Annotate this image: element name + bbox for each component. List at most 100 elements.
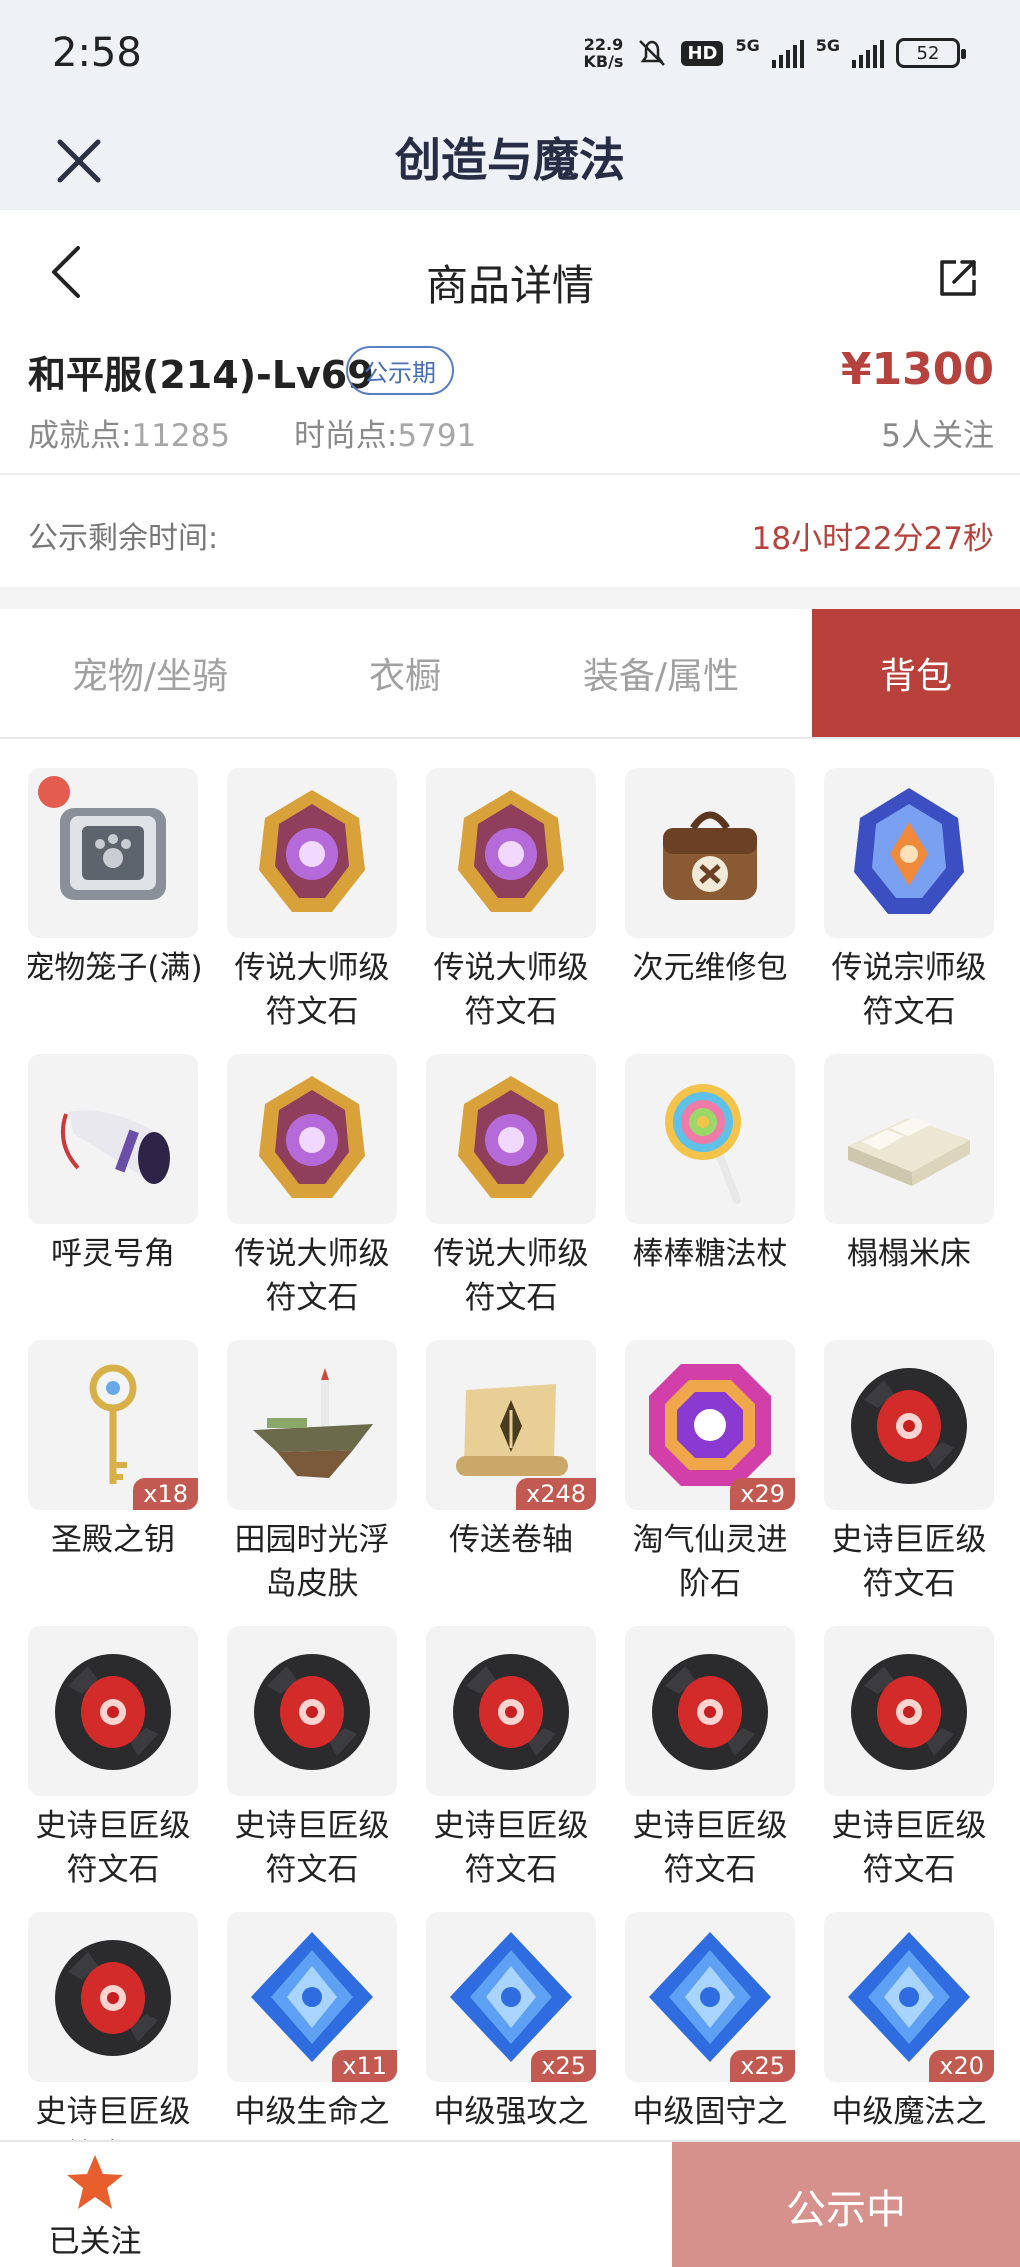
item-name: 圣殿之钥 xyxy=(51,1522,175,1558)
product-name: 和平服(214)-Lv69 xyxy=(28,353,374,397)
follow-label: 已关注 xyxy=(48,2224,142,2260)
gold-rune-icon xyxy=(259,1076,365,1198)
item-thumbnail xyxy=(28,1054,198,1224)
battery-icon: 52 xyxy=(896,38,966,68)
gold-rune-icon xyxy=(259,790,365,912)
item-name: 棒棒糖法杖 xyxy=(632,1236,788,1272)
item-card[interactable]: x25 中级强攻之晶 xyxy=(426,1912,596,2140)
hd-icon: HD xyxy=(681,40,724,66)
item-name: 传说大师级符文石 xyxy=(433,1236,589,1316)
item-card[interactable]: 次元维修包 xyxy=(625,768,795,1054)
item-card[interactable]: x11 中级生命之晶 xyxy=(227,1912,397,2140)
item-card[interactable]: 传说大师级符文石 xyxy=(227,1054,397,1340)
signal1-label: 5G xyxy=(735,36,760,55)
page-title: 商品详情 xyxy=(425,261,594,310)
countdown-label: 公示剩余时间: xyxy=(28,521,219,556)
follow-button[interactable]: 已关注 xyxy=(30,2152,160,2262)
item-thumbnail xyxy=(227,1054,397,1224)
item-card[interactable]: x25 中级固守之晶 xyxy=(625,1912,795,2140)
item-thumbnail xyxy=(28,1912,198,2082)
horn-icon xyxy=(61,1110,170,1184)
item-name: 中级魔法之晶 xyxy=(831,2094,987,2140)
quantity-badge: x11 xyxy=(332,2050,397,2082)
item-thumbnail: x248 xyxy=(426,1340,596,1510)
item-thumbnail xyxy=(426,768,596,938)
status-badge: 公示期 xyxy=(346,346,454,395)
item-card[interactable]: 传说大师级符文石 xyxy=(426,1054,596,1340)
item-card[interactable]: 田园时光浮岛皮肤 xyxy=(227,1340,397,1626)
star-icon xyxy=(67,2155,123,2209)
item-card[interactable]: 史诗巨匠级符文石 xyxy=(28,1912,198,2140)
item-card[interactable]: 棒棒糖法杖 xyxy=(625,1054,795,1340)
countdown: 公示剩余时间: 18小时22分27秒 xyxy=(0,477,1020,587)
page-header: 商品详情 xyxy=(0,210,1020,340)
item-thumbnail xyxy=(28,768,198,938)
tab-pets[interactable]: 宠物/坐骑 xyxy=(0,609,300,737)
item-thumbnail xyxy=(824,1340,994,1510)
item-card[interactable]: 榻榻米床 xyxy=(824,1054,994,1340)
app-header: 创造与魔法 xyxy=(0,110,1020,210)
item-name: 中级生命之晶 xyxy=(234,2094,390,2140)
mute-bell-icon xyxy=(639,40,666,66)
stat1-value: 11285 xyxy=(131,418,231,454)
item-thumbnail xyxy=(625,1054,795,1224)
item-card[interactable]: 史诗巨匠级符文石 xyxy=(28,1626,198,1912)
item-card[interactable]: 传说宗师级符文石 xyxy=(824,768,994,1054)
lollipop-icon xyxy=(665,1084,741,1204)
tab-wardrobe[interactable]: 衣橱 xyxy=(300,609,510,737)
item-card[interactable]: 传说大师级符文石 xyxy=(426,768,596,1054)
item-name: 史诗巨匠级符文石 xyxy=(632,1808,788,1888)
item-card[interactable]: 传说大师级符文石 xyxy=(227,768,397,1054)
item-card[interactable]: 宠物笼子(满) xyxy=(28,768,203,1054)
status-time: 2:58 xyxy=(52,30,142,76)
item-name: 榻榻米床 xyxy=(847,1236,971,1272)
status-icons: 22.9 KB/s HD 5G 5G 52 xyxy=(583,36,966,70)
quantity-badge: x18 xyxy=(133,1478,198,1510)
item-thumbnail xyxy=(426,1054,596,1224)
signal-icon xyxy=(771,38,804,68)
quantity-badge: x248 xyxy=(515,1478,596,1510)
item-card[interactable]: x20 中级魔法之晶 xyxy=(824,1912,994,2140)
item-name: 史诗巨匠级符文石 xyxy=(831,1808,987,1888)
item-card[interactable]: 史诗巨匠级符文石 xyxy=(227,1626,397,1912)
item-thumbnail xyxy=(28,1626,198,1796)
item-card[interactable]: 史诗巨匠级符文石 xyxy=(824,1626,994,1912)
item-thumbnail: x11 xyxy=(227,1912,397,2082)
item-card[interactable]: 呼灵号角 xyxy=(28,1054,198,1340)
tab-equipment[interactable]: 装备/属性 xyxy=(510,609,812,737)
item-card[interactable]: x18 圣殿之钥 xyxy=(28,1340,198,1626)
item-card[interactable]: 史诗巨匠级符文石 xyxy=(426,1626,596,1912)
item-name: 中级固守之晶 xyxy=(632,2094,788,2140)
item-card[interactable]: x248 传送卷轴 xyxy=(426,1340,596,1626)
item-name: 淘气仙灵进阶石 xyxy=(632,1522,788,1602)
item-grid: 宠物笼子(满) 传说大师级符文石 传说大师级符文石 次元维修包 传说宗师级符文石 呼灵号角… xyxy=(28,768,994,2140)
gold-rune-icon xyxy=(458,1076,564,1198)
share-icon[interactable] xyxy=(936,256,980,300)
item-thumbnail: x18 xyxy=(28,1340,198,1510)
item-card[interactable]: 史诗巨匠级符文石 xyxy=(625,1626,795,1912)
pet-badge-icon xyxy=(38,776,70,808)
stat2-label: 时尚点: xyxy=(293,418,398,454)
island-icon xyxy=(253,1368,373,1478)
status-button[interactable]: 公示中 xyxy=(672,2142,1020,2267)
item-card[interactable]: 史诗巨匠级符文石 xyxy=(824,1340,994,1626)
price: ¥1300 xyxy=(840,344,994,395)
close-icon[interactable] xyxy=(56,120,102,194)
red-rune-icon xyxy=(55,1940,171,2056)
item-card[interactable]: x29 淘气仙灵进阶石 xyxy=(625,1340,795,1626)
red-rune-icon xyxy=(453,1654,569,1770)
item-name: 传说大师级符文石 xyxy=(433,950,589,1030)
item-thumbnail xyxy=(625,1626,795,1796)
repair-bag-icon xyxy=(663,811,757,900)
bed-icon xyxy=(848,1118,970,1186)
item-name: 史诗巨匠级符文石 xyxy=(35,2094,191,2140)
quantity-badge: x20 xyxy=(929,2050,994,2082)
red-rune-icon xyxy=(851,1654,967,1770)
app-title: 创造与魔法 xyxy=(395,133,625,187)
item-thumbnail xyxy=(625,768,795,938)
stat2-value: 5791 xyxy=(397,418,477,454)
item-name: 史诗巨匠级符文石 xyxy=(831,1522,987,1602)
tab-bag[interactable]: 背包 xyxy=(812,609,1020,737)
item-name: 呼灵号角 xyxy=(51,1236,175,1272)
product-stats: 成就点:11285 时尚点:5791 xyxy=(28,410,476,455)
